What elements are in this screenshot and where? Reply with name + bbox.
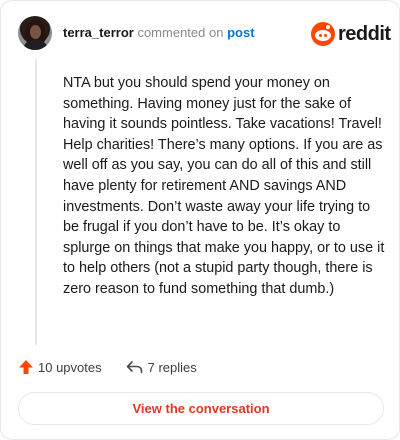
avatar-face — [30, 25, 41, 39]
reddit-logo[interactable]: reddit — [311, 21, 391, 47]
replies-action[interactable]: 7 replies — [126, 360, 197, 375]
comment-card: terra_terror commented on post reddit NT… — [0, 0, 400, 440]
upvote-arrow-icon — [19, 360, 33, 374]
upvote-count: 10 upvotes — [38, 359, 102, 375]
comment-actions: 10 upvotes 7 replies — [18, 359, 221, 375]
upvote-action[interactable]: 10 upvotes — [18, 359, 102, 375]
username-link[interactable]: terra_terror — [63, 25, 134, 40]
view-conversation-button[interactable]: View the conversation — [18, 392, 384, 425]
thread-line — [35, 59, 37, 345]
snoo-icon — [311, 22, 335, 46]
comment-body: NTA but you should spend your money on s… — [63, 75, 385, 297]
reddit-wordmark: reddit — [338, 22, 391, 45]
avatar-body — [24, 40, 47, 50]
post-link[interactable]: post — [227, 25, 254, 40]
comment-header: terra_terror commented on post — [63, 25, 255, 40]
user-avatar[interactable] — [18, 16, 52, 50]
reply-count: 7 replies — [147, 359, 197, 375]
reply-arrow-icon — [126, 361, 142, 374]
action-text: commented on — [137, 25, 224, 40]
